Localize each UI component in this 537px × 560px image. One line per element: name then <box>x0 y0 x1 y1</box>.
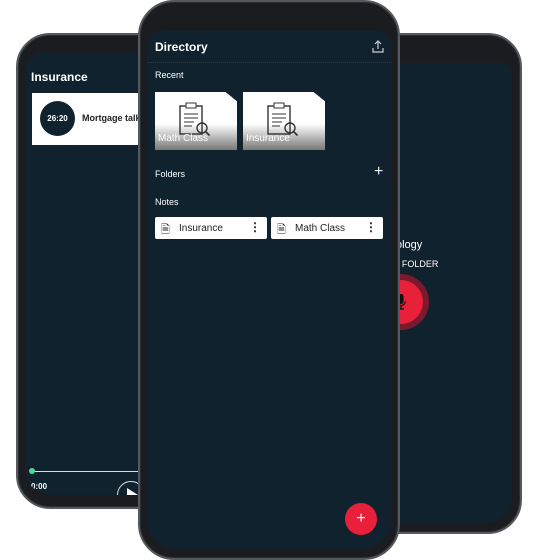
recent-item-label: Math Class <box>158 133 209 144</box>
recording-name: Mortgage talk <box>82 113 141 123</box>
note-item[interactable]: 🗎 Math Class ⋮ <box>271 217 383 239</box>
progress-handle[interactable] <box>29 468 35 474</box>
directory-screen: Directory Recent Math Class Insurance Fo… <box>147 30 392 549</box>
recent-item[interactable]: Insurance <box>243 92 325 150</box>
rewind-icon[interactable]: ↺ <box>80 492 91 495</box>
duration-badge: 26:20 <box>40 101 75 136</box>
screen-title: Insurance <box>31 70 88 84</box>
page-title: Directory <box>155 40 208 54</box>
add-fab-button[interactable]: + <box>345 503 377 535</box>
document-icon: 🗎 <box>161 224 170 236</box>
more-options-icon[interactable]: ⋮ <box>365 220 377 234</box>
share-icon[interactable] <box>371 40 385 54</box>
play-icon <box>127 488 138 495</box>
folders-label: Folders <box>155 169 186 179</box>
select-folder-label[interactable]: T FOLDER <box>394 259 438 269</box>
note-label: Math Class <box>295 223 346 234</box>
more-options-icon[interactable]: ⋮ <box>249 220 261 234</box>
recent-item-label: Insurance <box>246 133 290 144</box>
phone-center: Directory Recent Math Class Insurance Fo… <box>138 0 400 560</box>
notes-label: Notes <box>155 197 179 207</box>
current-time: 0:00 <box>31 482 48 491</box>
recent-item[interactable]: Math Class <box>155 92 237 150</box>
document-icon: 🗎 <box>277 224 286 236</box>
note-label: Insurance <box>179 223 223 234</box>
add-folder-icon[interactable]: + <box>374 163 383 181</box>
note-item[interactable]: 🗎 Insurance ⋮ <box>155 217 267 239</box>
recent-label: Recent <box>155 70 184 80</box>
